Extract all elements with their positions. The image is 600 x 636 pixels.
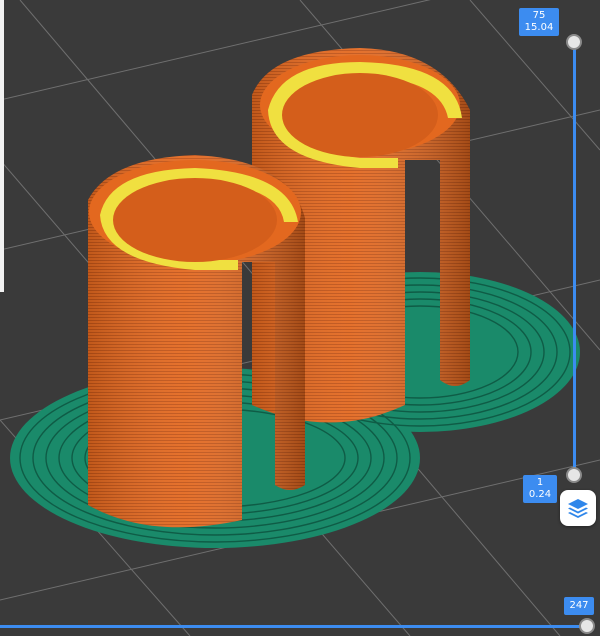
layer-slider-bottom-thumb[interactable] [566,467,582,483]
layers-view-button[interactable] [560,490,596,526]
layer-bottom-number: 1 [536,477,544,488]
move-slider-label: 247 [564,597,594,615]
3d-viewport[interactable] [0,0,600,636]
layer-slider-top-thumb[interactable] [566,34,582,50]
layer-top-height: 15.04 [524,22,554,33]
move-slider-track[interactable] [0,625,586,628]
left-panel-edge [0,0,4,292]
layers-icon [568,499,588,518]
layer-bottom-label: 1 0.24 [523,475,557,503]
layer-bottom-height: 0.24 [528,489,552,500]
layer-top-label: 75 15.04 [519,8,559,36]
move-slider-thumb[interactable] [579,618,595,634]
layer-top-number: 75 [532,10,546,21]
layer-slider-track[interactable] [573,42,576,476]
